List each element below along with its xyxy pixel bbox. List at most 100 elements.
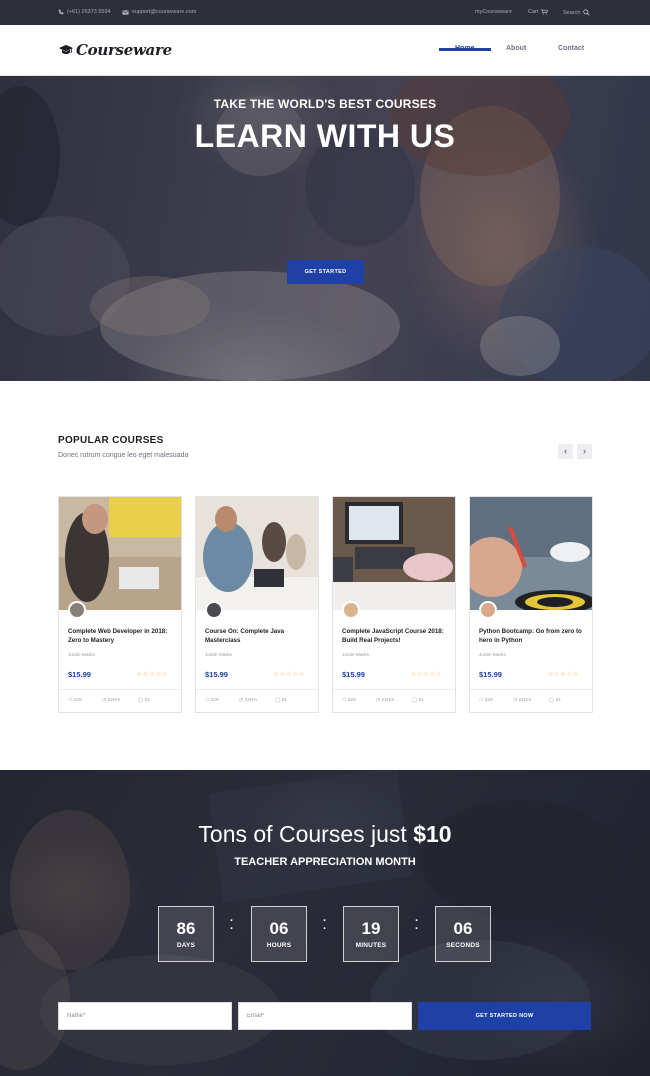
- comments-count: ◯ 51: [138, 698, 150, 703]
- active-nav-indicator: [439, 48, 491, 51]
- search-link[interactable]: Search: [563, 9, 591, 16]
- envelope-icon: [122, 9, 129, 15]
- popular-courses-subtitle: Donec rutrum congue leo eget malesuada: [58, 452, 189, 459]
- course-duration: ◷ 22Hrs: [239, 698, 257, 703]
- phone-icon: [58, 9, 64, 15]
- countdown-label: DAYS: [176, 942, 196, 949]
- course-thumbnail[interactable]: [196, 497, 318, 610]
- comments-value: 51: [418, 698, 425, 703]
- carousel-prev-button[interactable]: ‹: [558, 444, 573, 459]
- students-value: 329: [73, 698, 82, 703]
- comments-value: 51: [281, 698, 288, 703]
- hero-subtitle: TAKE THE WORLD'S BEST COURSES: [213, 97, 437, 111]
- author-avatar: [68, 601, 86, 619]
- promo-title: Tons of Courses just $10: [0, 821, 650, 848]
- comment-icon: ◯: [275, 698, 282, 703]
- comments-count: ◯ 51: [275, 698, 287, 703]
- my-courseware-label: myCourseware: [475, 9, 512, 15]
- promo-title-text: Tons of Courses just: [198, 821, 414, 847]
- course-image: [470, 497, 592, 610]
- course-author: Justin Marks: [205, 653, 232, 658]
- course-image: [196, 497, 318, 610]
- course-author: Justin Marks: [342, 653, 369, 658]
- cart-label: Cart: [528, 9, 539, 15]
- name-input[interactable]: [58, 1002, 232, 1030]
- countdown-label: MINUTES: [355, 942, 387, 949]
- comment-icon: ◯: [549, 698, 556, 703]
- course-card[interactable]: Course On: Complete Java Masterclass Jus…: [195, 496, 319, 713]
- popular-courses-title: POPULAR COURSES: [58, 435, 164, 446]
- email-address: support@courseware.com: [132, 9, 197, 15]
- author-avatar: [479, 601, 497, 619]
- get-started-now-button[interactable]: GET STARTED NOW: [418, 1002, 591, 1030]
- countdown-hours: 06 HOURS: [251, 906, 307, 962]
- main-header: Courseware Home About Contact: [0, 25, 650, 76]
- card-divider: [196, 689, 318, 690]
- course-thumbnail[interactable]: [59, 497, 181, 610]
- hero-title: LEARN WITH US: [194, 118, 456, 154]
- course-duration: ◷ 22Hrs: [102, 698, 120, 703]
- course-title[interactable]: Complete JavaScript Course 2018: Build R…: [342, 627, 450, 645]
- countdown-days: 86 DAYS: [158, 906, 214, 962]
- course-image: [59, 497, 181, 610]
- countdown-value: 86: [176, 919, 196, 938]
- comments-count: ◯ 51: [412, 698, 424, 703]
- course-thumbnail[interactable]: [470, 497, 592, 610]
- phone-contact[interactable]: (+61) 26373 5594: [58, 9, 111, 15]
- students-count: ⚇ 329: [479, 698, 493, 703]
- duration-value: 22Hrs: [244, 698, 258, 703]
- course-price: $15.99: [479, 670, 502, 679]
- author-avatar: [205, 601, 223, 619]
- rating-stars: ☆☆☆☆☆: [136, 671, 168, 678]
- cart-link[interactable]: Cart: [528, 9, 549, 15]
- rating-stars: ☆☆☆☆☆: [547, 671, 579, 678]
- course-title[interactable]: Course On: Complete Java Masterclass: [205, 627, 313, 645]
- course-author: Justin Marks: [479, 653, 506, 658]
- comment-icon: ◯: [412, 698, 419, 703]
- course-card[interactable]: Python Bootcamp: Go from zero to hero in…: [469, 496, 593, 713]
- card-divider: [333, 689, 455, 690]
- cart-icon: [541, 9, 549, 15]
- carousel-next-button[interactable]: ›: [577, 444, 592, 459]
- course-price: $15.99: [68, 670, 91, 679]
- countdown-separator: · ·: [415, 915, 419, 935]
- course-title[interactable]: Python Bootcamp: Go from zero to hero in…: [479, 627, 587, 645]
- email-contact[interactable]: support@courseware.com: [122, 9, 196, 15]
- rating-stars: ☆☆☆☆☆: [410, 671, 442, 678]
- get-started-button[interactable]: GET STARTED: [287, 260, 364, 284]
- course-duration: ◷ 22Hrs: [513, 698, 531, 703]
- course-title[interactable]: Complete Web Developer in 2018: Zero to …: [68, 627, 176, 645]
- rating-stars: ☆☆☆☆☆: [273, 671, 305, 678]
- nav-about[interactable]: About: [506, 45, 526, 52]
- author-avatar: [342, 601, 360, 619]
- search-icon: [583, 9, 591, 16]
- graduation-cap-icon: [58, 44, 74, 54]
- countdown-label: HOURS: [266, 942, 292, 949]
- course-price: $15.99: [205, 670, 228, 679]
- comments-value: 51: [144, 698, 151, 703]
- search-label: Search: [563, 9, 581, 16]
- countdown-seconds: 06 SECONDS: [435, 906, 491, 962]
- course-price: $15.99: [342, 670, 365, 679]
- countdown-value: 06: [269, 919, 289, 938]
- course-image: [333, 497, 455, 610]
- course-author: Justin Marks: [68, 653, 95, 658]
- students-count: ⚇ 329: [342, 698, 356, 703]
- my-courseware-link[interactable]: myCourseware: [475, 9, 512, 15]
- comment-icon: ◯: [138, 698, 145, 703]
- students-value: 329: [484, 698, 493, 703]
- students-value: 329: [347, 698, 356, 703]
- countdown-separator: · ·: [230, 915, 234, 935]
- course-duration: ◷ 22Hrs: [376, 698, 394, 703]
- card-divider: [59, 689, 181, 690]
- nav-contact[interactable]: Contact: [558, 45, 584, 52]
- course-card[interactable]: Complete Web Developer in 2018: Zero to …: [58, 496, 182, 713]
- course-thumbnail[interactable]: [333, 497, 455, 610]
- promo-price: $10: [413, 821, 452, 847]
- email-input[interactable]: [238, 1002, 412, 1030]
- course-card[interactable]: Complete JavaScript Course 2018: Build R…: [332, 496, 456, 713]
- comments-value: 51: [555, 698, 562, 703]
- countdown-label: SECONDS: [446, 942, 480, 949]
- countdown-separator: · ·: [323, 915, 327, 935]
- logo[interactable]: Courseware: [58, 39, 172, 61]
